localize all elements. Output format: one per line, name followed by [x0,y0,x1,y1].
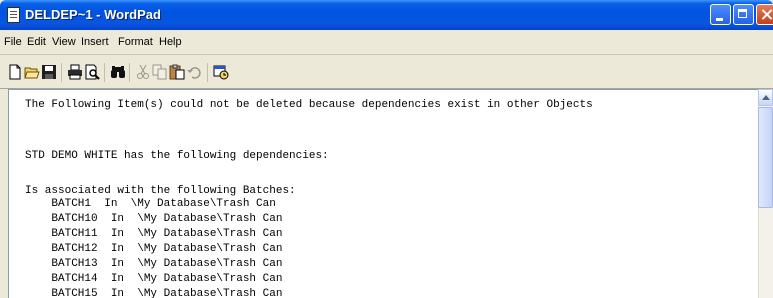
document-line: BATCH14 In \My Database\Trash Can [25,273,283,285]
minimize-button[interactable] [710,4,731,25]
find-icon[interactable] [110,64,126,80]
window-title: DELDEP~1 - WordPad [25,7,161,22]
menu-view[interactable]: View [52,36,76,48]
menu-format[interactable]: Format [118,36,153,48]
maximize-button[interactable] [733,4,754,25]
scrollbar-thumb[interactable] [758,107,773,208]
print-icon[interactable] [67,64,83,80]
close-button[interactable] [756,4,773,25]
toolbar-separator [129,63,130,82]
menu-edit[interactable]: Edit [27,36,46,48]
menu-file[interactable]: File [4,36,22,48]
cut-icon[interactable] [135,64,151,80]
undo-icon[interactable] [186,64,202,80]
document-line: BATCH12 In \My Database\Trash Can [25,243,283,255]
toolbar-separator [207,63,208,82]
paste-icon[interactable] [169,64,185,80]
menu-help[interactable]: Help [159,36,182,48]
document-line: BATCH15 In \My Database\Trash Can [25,288,283,298]
menu-insert[interactable]: Insert [81,36,109,48]
toolbar-separator [61,63,62,82]
save-icon[interactable] [41,64,57,80]
menu-bar: File Edit View Insert Format Help [0,30,773,55]
scroll-up-arrow-icon[interactable] [758,89,773,106]
toolbar [0,55,773,89]
print-preview-icon[interactable] [84,64,100,80]
document-line: BATCH1 In \My Database\Trash Can [25,198,276,210]
document-line: STD DEMO WHITE has the following depende… [25,150,329,162]
document-area[interactable]: The Following Item(s) could not be delet… [8,89,759,298]
wordpad-app-icon[interactable] [7,7,20,23]
new-document-icon[interactable] [7,64,23,80]
insert-datetime-icon[interactable] [213,64,229,80]
copy-icon[interactable] [152,64,168,80]
wordpad-window: DELDEP~1 - WordPad File Edit View Insert… [0,0,773,298]
document-line: BATCH10 In \My Database\Trash Can [25,213,283,225]
document-line: BATCH11 In \My Database\Trash Can [25,228,283,240]
document-line: BATCH13 In \My Database\Trash Can [25,258,283,270]
open-folder-icon[interactable] [24,64,40,80]
document-line: The Following Item(s) could not be delet… [25,99,593,111]
title-bar[interactable]: DELDEP~1 - WordPad [0,0,773,30]
toolbar-separator [104,63,105,82]
